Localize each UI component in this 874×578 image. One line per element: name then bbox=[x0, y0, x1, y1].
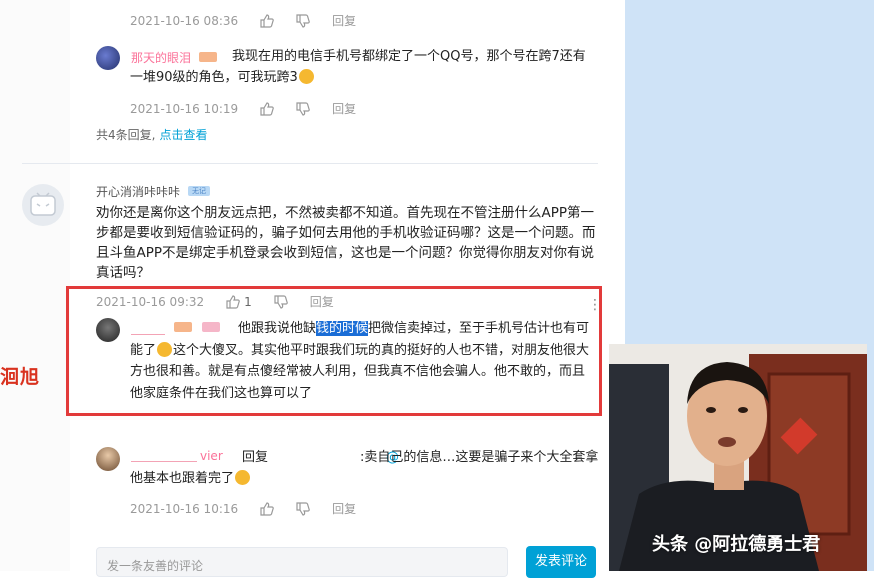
avatar[interactable] bbox=[96, 447, 120, 471]
reply-button[interactable]: 回复 bbox=[332, 100, 356, 117]
reply4-time: 2021-10-16 10:16 bbox=[130, 501, 239, 516]
reply4-text-content: :卖自己的信息…这要是骗子来个大全套拿他基本也跟着完了 bbox=[130, 450, 599, 486]
emoji-icon bbox=[157, 341, 173, 357]
replies-count: 共4条回复, bbox=[96, 128, 156, 142]
highlighted-reply-text: 他跟我说他缺钱的时候把微信卖掉过，至于手机号估计也有可能了 这个大傻叉。其实他平时… bbox=[130, 318, 596, 404]
divider bbox=[22, 163, 598, 164]
comment-text: 劝你还是离你这个朋友远点把，不然被卖都不知道。首先现在不管注册什么APP第一步都… bbox=[96, 205, 596, 281]
watermark: 头条 @阿拉德勇士君 bbox=[652, 534, 821, 555]
replies-summary: 共4条回复, 点击查看 bbox=[96, 126, 207, 143]
thumb-down-icon bbox=[296, 101, 310, 116]
reply4-meta: 2021-10-16 10:16 回复 bbox=[130, 500, 356, 517]
thumb-up-icon bbox=[260, 13, 274, 28]
thumb-down-icon bbox=[296, 13, 310, 28]
comment-username[interactable]: 开心消消咔咔咔 bbox=[96, 183, 180, 200]
reply4-text: 回复 @:卖自己的信息…这要是骗子来个大全套拿他基本也跟着完了 bbox=[130, 447, 600, 489]
submit-comment-button[interactable]: 发表评论 bbox=[526, 546, 596, 578]
reply-text-start: 他跟我说他缺 bbox=[238, 321, 317, 336]
view-replies-link[interactable]: 点击查看 bbox=[159, 128, 207, 142]
emoji-icon bbox=[298, 69, 314, 84]
thumb-down-icon bbox=[296, 501, 310, 516]
dislike-button[interactable] bbox=[296, 501, 310, 516]
dislike-button[interactable] bbox=[296, 101, 310, 116]
selected-text: 钱的时候 bbox=[316, 321, 369, 336]
emoji-icon bbox=[235, 470, 251, 485]
thumb-up-icon bbox=[260, 501, 274, 516]
reply-button[interactable]: 回复 bbox=[332, 12, 356, 29]
avatar[interactable] bbox=[22, 184, 64, 226]
reply1-time: 2021-10-16 08:36 bbox=[130, 13, 239, 28]
like-button[interactable] bbox=[260, 501, 274, 516]
screen: 洄旭 2021-10-16 08:36 回复 那天的眼泪 我现在用的电信手机号都… bbox=[0, 0, 874, 578]
reply-label: 回复 bbox=[242, 450, 269, 465]
reply2-text: 我现在用的电信手机号都绑定了一个QQ号，那个号在跨7还有一堆90级的角色，可我玩… bbox=[130, 46, 596, 88]
dislike-button[interactable] bbox=[296, 13, 310, 28]
avatar[interactable] bbox=[96, 46, 120, 70]
reply1-meta: 2021-10-16 08:36 回复 bbox=[130, 12, 356, 29]
reply2-meta: 2021-10-16 10:19 回复 bbox=[130, 100, 356, 117]
reply2-time: 2021-10-16 10:19 bbox=[130, 101, 239, 116]
left-strip bbox=[0, 0, 70, 571]
default-avatar-icon bbox=[30, 192, 56, 216]
reply2-text-content: 我现在用的电信手机号都绑定了一个QQ号，那个号在跨7还有一堆90级的角色，可我玩… bbox=[130, 49, 586, 85]
user-badge: 无记 bbox=[188, 186, 210, 196]
avatar[interactable] bbox=[96, 318, 120, 342]
mention-link[interactable]: @ bbox=[274, 447, 399, 468]
comment-input[interactable]: 发一条友善的评论 bbox=[96, 547, 508, 577]
reply-text-end: 这个大傻叉。其实他平时跟我们玩的真的挺好的人也不错，对朋友他很大方也很和善。就是… bbox=[130, 342, 590, 401]
like-button[interactable] bbox=[260, 13, 274, 28]
side-text: 洄旭 bbox=[0, 366, 41, 388]
thumb-up-icon bbox=[260, 101, 274, 116]
like-button[interactable] bbox=[260, 101, 274, 116]
reply-button[interactable]: 回复 bbox=[332, 500, 356, 517]
